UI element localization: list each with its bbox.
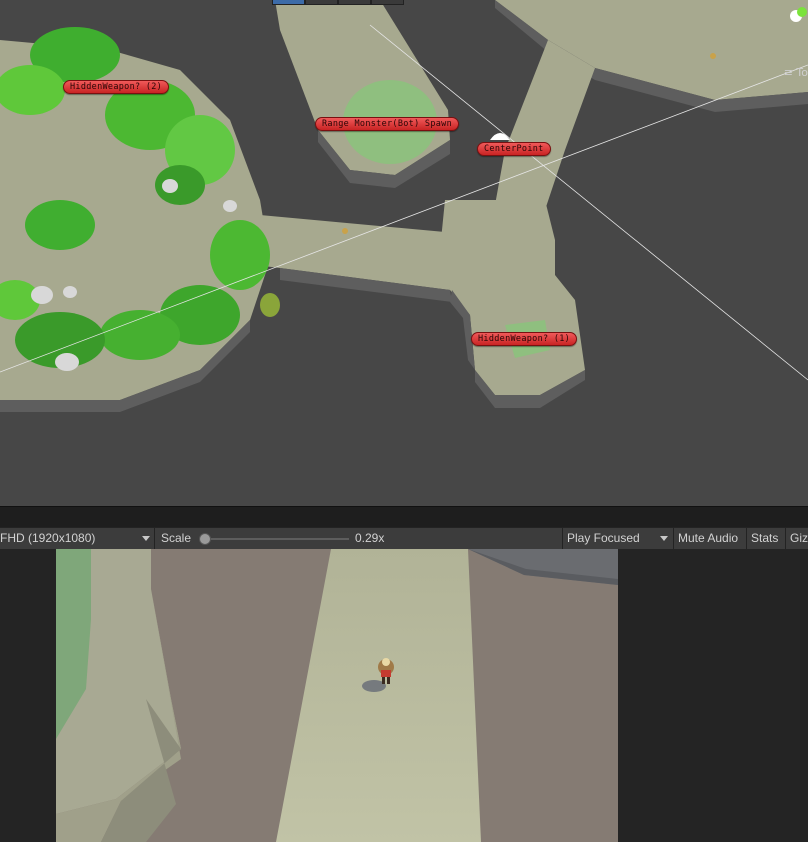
scene-view[interactable]: HiddenWeapon? (2) Range Monster(Bot) Spa… (0, 0, 808, 506)
label-range-spawn[interactable]: Range Monster(Bot) Spawn (315, 117, 460, 131)
resolution-dropdown[interactable]: FHD (1920x1080) (0, 528, 154, 549)
player-marker-icon (342, 228, 348, 234)
resolution-label: FHD (1920x1080) (0, 531, 96, 545)
plateau-center (440, 200, 585, 395)
gizmos-button[interactable]: Giz (790, 528, 808, 549)
center-point-icon (490, 133, 510, 140)
chevron-down-icon (660, 536, 668, 541)
game-render[interactable] (56, 549, 618, 842)
chevron-down-icon (142, 536, 150, 541)
panel-divider (0, 506, 808, 528)
stats-button[interactable]: Stats (751, 528, 778, 549)
label-hidden-weapon-2[interactable]: HiddenWeapon? (2) (63, 80, 170, 94)
label-hidden-weapon-1[interactable]: HiddenWeapon? (1) (471, 332, 578, 346)
label-center-point[interactable]: CenterPoint (477, 142, 551, 156)
scale-value: 0.29x (355, 531, 385, 545)
game-geometry (56, 549, 618, 842)
game-view-toolbar: FHD (1920x1080) Scale 0.29x Play Focused… (0, 527, 808, 550)
game-view-panel (0, 549, 808, 842)
play-mode-dropdown[interactable]: Play Focused (567, 528, 673, 549)
scale-slider-track[interactable] (203, 538, 349, 540)
lines-icon: ≡ (783, 66, 797, 79)
scale-label: Scale (161, 531, 192, 545)
overlay-text[interactable]: ≡ To (784, 66, 808, 79)
scene-view-toggle[interactable] (272, 0, 404, 5)
mute-audio-button[interactable]: Mute Audio (678, 528, 738, 549)
scene-geometry (0, 0, 808, 412)
scale-slider-handle[interactable] (199, 533, 211, 545)
play-mode-label: Play Focused (567, 531, 640, 545)
